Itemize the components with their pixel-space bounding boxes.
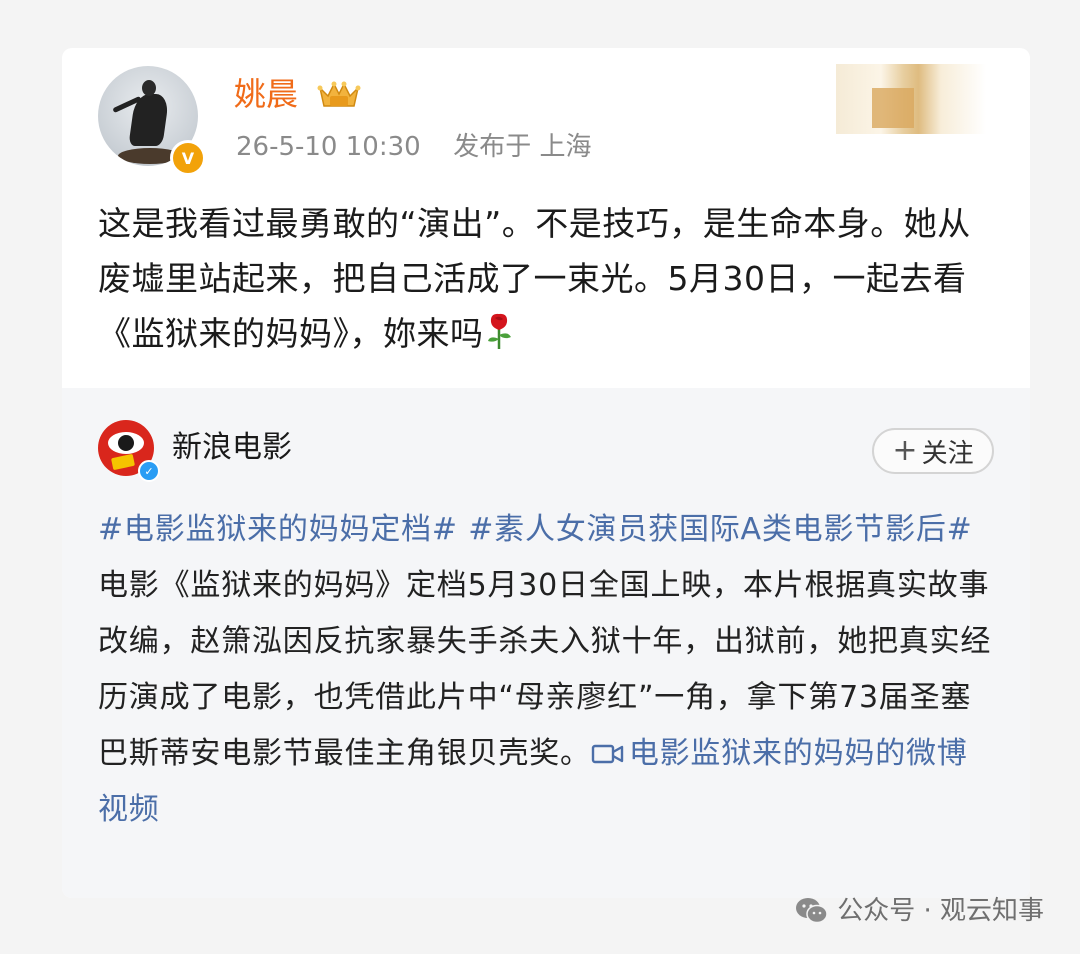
blue-verified-icon: ✓ [138,460,160,482]
crown-icon[interactable] [316,78,362,112]
avatar-mark [110,453,136,471]
watermark-text: 公众号 · 观云知事 [837,896,1044,926]
wechat-icon [796,898,828,924]
post-meta: 26-5-10 10:30 发布于 上海 [236,130,591,164]
plus-icon: + [892,433,918,468]
weibo-post-card: V 姚晨 26-5-10 10:30 发布于 上海 这是我看过最勇敢的“演出”。… [62,48,1030,898]
hashtag-link[interactable]: #素人女演员获国际A类电影节影后# [468,512,972,547]
page: V 姚晨 26-5-10 10:30 发布于 上海 这是我看过最勇敢的“演出”。… [0,0,1080,954]
follow-label: 关注 [921,438,974,469]
rose-icon [487,313,511,349]
post-timestamp: 26-5-10 10:30 [236,132,421,162]
blurred-region-inner [872,88,914,128]
follow-button[interactable]: + 关注 [872,428,994,474]
avatar-figure-head [142,80,156,96]
author-name[interactable]: 姚晨 [234,74,298,114]
post-content: 这是我看过最勇敢的“演出”。不是技巧，是生命本身。她从废墟里站起来，把自己活成了… [98,196,988,361]
hashtag-link[interactable]: #电影监狱来的妈妈定档# [98,512,458,547]
reposted-post[interactable]: ✓ 新浪电影 + 关注 #电影监狱来的妈妈定档# #素人女演员获国际A类电影节影… [62,388,1030,898]
video-camera-icon [591,744,624,764]
watermark: 公众号 · 观云知事 [795,893,1044,929]
post-location: 发布于 上海 [453,132,592,162]
post-text: 这是我看过最勇敢的“演出”。不是技巧，是生命本身。她从废墟里站起来，把自己活成了… [98,204,971,353]
repost-author-name[interactable]: 新浪电影 [172,428,292,468]
verified-badge-icon: V [170,140,206,176]
repost-content: #电影监狱来的妈妈定档# #素人女演员获国际A类电影节影后# 电影《监狱来的妈妈… [98,502,994,838]
avatar-eye-pupil [118,435,134,451]
